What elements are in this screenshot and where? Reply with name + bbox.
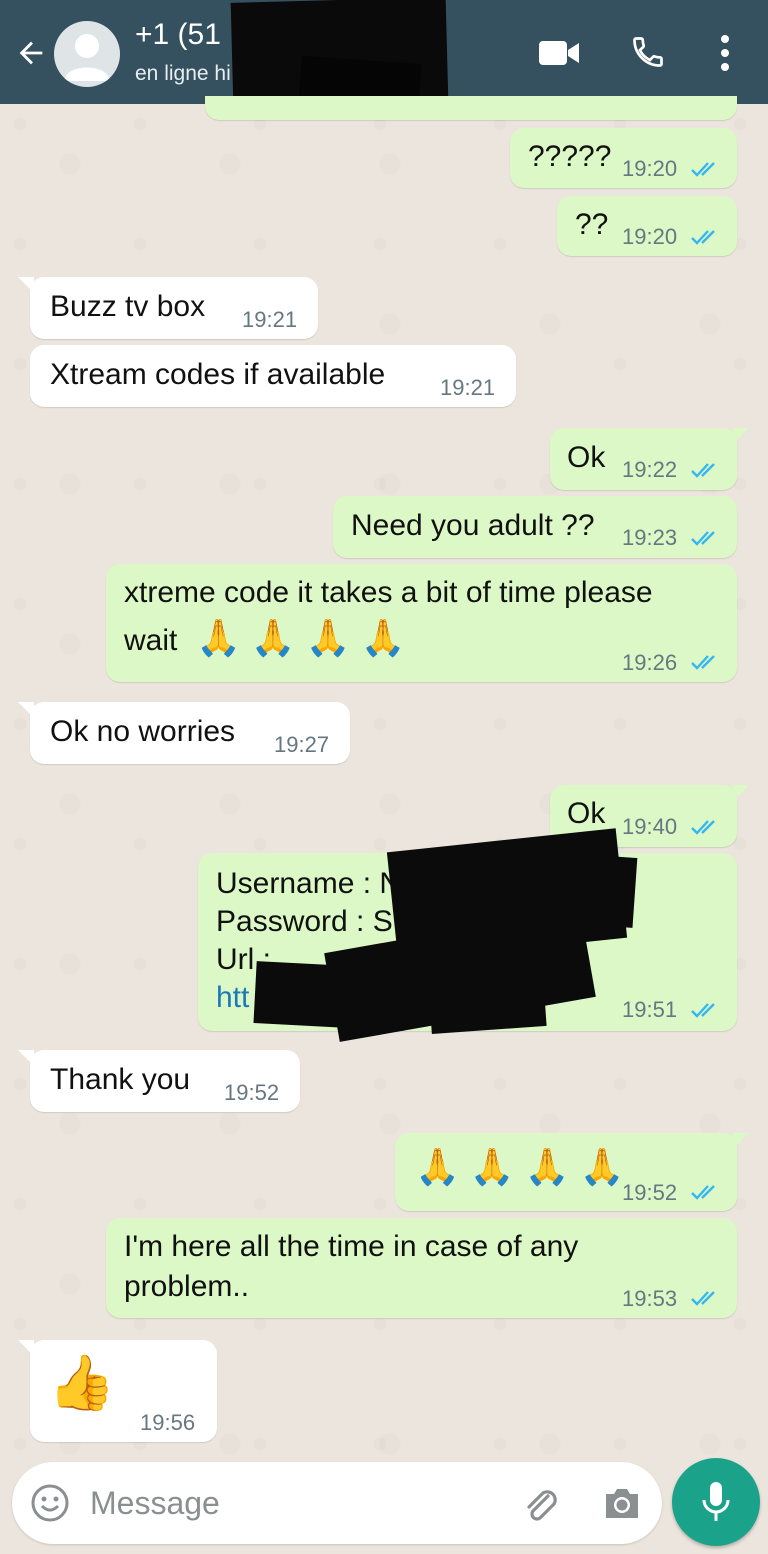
message-text-line: xtreme code it takes a bit of time pleas… — [124, 576, 653, 609]
contact-name[interactable]: +1 (51 — [135, 18, 221, 52]
message-text: Thank you — [50, 1063, 191, 1096]
read-ticks-icon — [691, 820, 715, 835]
username-line: Username : N — [216, 867, 402, 900]
pray-emoji: 🙏 🙏 🙏 🙏 — [196, 617, 406, 658]
message-bubble-out[interactable] — [205, 96, 737, 120]
thumbs-up-emoji: 👍 — [48, 1353, 116, 1413]
message-time: 19:52 — [622, 1180, 678, 1205]
url-link[interactable]: htt — [216, 981, 249, 1015]
message-time: 19:21 — [242, 307, 298, 332]
message-text: Ok — [567, 797, 606, 830]
attach-paperclip-icon[interactable] — [518, 1482, 562, 1526]
message-bubble-out[interactable]: 🙏 🙏 🙏 🙏 19:52 — [395, 1133, 737, 1211]
message-time: 19:52 — [224, 1080, 280, 1105]
message-time: 19:27 — [274, 732, 330, 757]
password-line: Password : S — [216, 905, 393, 938]
message-text-line: wait — [124, 624, 178, 657]
pray-emoji: 🙏 🙏 🙏 🙏 — [415, 1146, 625, 1187]
message-input[interactable] — [90, 1480, 470, 1526]
message-time: 19:26 — [622, 650, 678, 675]
message-time: 19:20 — [622, 224, 678, 249]
message-bubble-out[interactable]: Ok 19:22 — [550, 428, 737, 490]
message-bubble-out[interactable]: Need you adult ?? 19:23 — [333, 496, 737, 558]
voice-record-button[interactable] — [672, 1458, 760, 1546]
message-text-line: I'm here all the time in case of any — [124, 1230, 579, 1263]
message-bubble-out[interactable]: ????? 19:20 — [510, 128, 737, 188]
emoji-icon[interactable] — [30, 1483, 70, 1523]
camera-icon[interactable] — [602, 1484, 642, 1522]
read-ticks-icon — [691, 463, 715, 478]
contact-status: en ligne hi — [135, 62, 231, 85]
message-text: Buzz tv box — [50, 290, 206, 323]
read-ticks-icon — [691, 531, 715, 546]
read-ticks-icon — [691, 1003, 715, 1018]
redaction — [253, 961, 407, 1031]
message-composer — [12, 1462, 662, 1544]
message-bubble-out[interactable]: I'm here all the time in case of any pro… — [106, 1218, 737, 1318]
avatar[interactable] — [54, 21, 120, 87]
message-time: 19:53 — [622, 1286, 678, 1311]
message-text: Xtream codes if available — [50, 358, 386, 391]
message-time: 19:22 — [622, 457, 678, 482]
read-ticks-icon — [691, 655, 715, 670]
message-bubble-out[interactable]: ?? 19:20 — [557, 196, 737, 256]
read-ticks-icon — [691, 1185, 715, 1200]
phone-icon[interactable] — [630, 34, 666, 70]
read-ticks-icon — [691, 1291, 715, 1306]
chat-header: +1 (51 en ligne hi — [0, 0, 768, 111]
redaction — [428, 976, 547, 1034]
message-time: 19:20 — [622, 156, 678, 181]
message-text: Ok — [567, 441, 606, 474]
message-time: 19:21 — [440, 375, 496, 400]
message-time: 19:56 — [140, 1410, 196, 1435]
message-text: ?? — [575, 208, 609, 241]
message-text: ????? — [528, 140, 612, 173]
back-arrow-icon[interactable] — [14, 36, 48, 70]
message-text: Need you adult ?? — [351, 509, 595, 542]
message-bubble-out[interactable]: xtreme code it takes a bit of time pleas… — [106, 564, 737, 682]
read-ticks-icon — [691, 230, 715, 245]
message-bubble-in[interactable]: Xtream codes if available 19:21 — [30, 345, 516, 407]
message-text-line: problem.. — [124, 1270, 250, 1303]
message-time: 19:23 — [622, 525, 678, 550]
message-bubble-in[interactable]: Ok no worries 19:27 — [30, 702, 350, 764]
microphone-icon — [702, 1482, 730, 1521]
video-call-icon[interactable] — [538, 38, 580, 68]
message-time: 19:51 — [622, 997, 678, 1022]
more-vert-icon[interactable] — [718, 34, 732, 72]
read-ticks-icon — [691, 162, 715, 177]
message-bubble-in[interactable]: Buzz tv box 19:21 — [30, 277, 318, 339]
message-bubble-in[interactable]: 👍 19:56 — [30, 1340, 217, 1442]
message-time: 19:40 — [622, 814, 678, 839]
message-text: Ok no worries — [50, 715, 236, 748]
message-bubble-in[interactable]: Thank you 19:52 — [30, 1050, 300, 1112]
